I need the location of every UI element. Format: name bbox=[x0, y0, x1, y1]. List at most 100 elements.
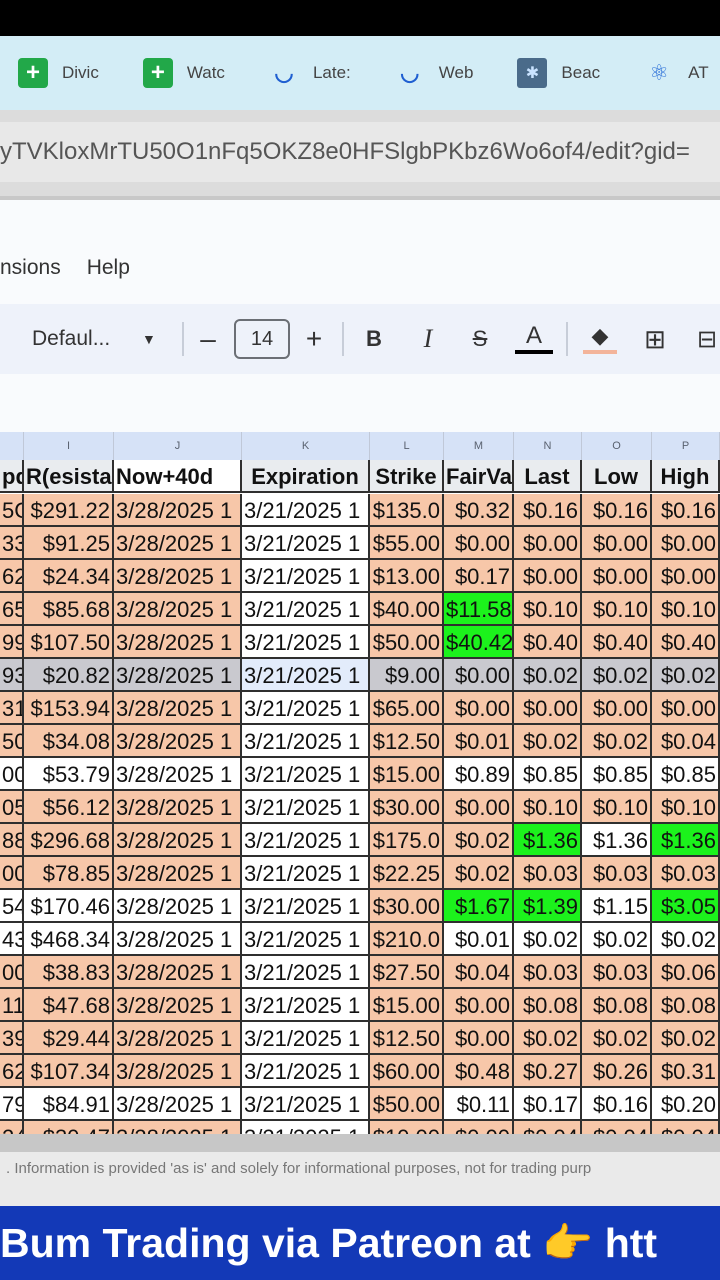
table-cell[interactable]: $91.25 bbox=[24, 527, 114, 560]
table-cell[interactable]: $210.0 bbox=[370, 923, 444, 956]
table-cell[interactable]: 24 bbox=[0, 1121, 24, 1134]
table-cell[interactable]: 3/21/2025 1 bbox=[242, 791, 370, 824]
column-letter[interactable]: M bbox=[444, 432, 514, 460]
column-letter[interactable]: J bbox=[114, 432, 242, 460]
table-cell[interactable]: 5C bbox=[0, 494, 24, 527]
column-header[interactable]: Expiration bbox=[242, 460, 370, 493]
table-cell[interactable]: $0.02 bbox=[582, 1022, 652, 1055]
table-cell[interactable]: 3/21/2025 1 bbox=[242, 989, 370, 1022]
table-cell[interactable]: $29.44 bbox=[24, 1022, 114, 1055]
table-cell[interactable]: $1.36 bbox=[514, 824, 582, 857]
table-cell[interactable]: $53.79 bbox=[24, 758, 114, 791]
table-cell[interactable]: 3/21/2025 1 bbox=[242, 1022, 370, 1055]
table-cell[interactable]: $0.10 bbox=[514, 593, 582, 626]
table-cell[interactable]: $27.50 bbox=[370, 956, 444, 989]
table-cell[interactable]: 3/28/2025 1 bbox=[114, 890, 242, 923]
table-cell[interactable]: 3/28/2025 1 bbox=[114, 1088, 242, 1121]
table-cell[interactable]: $0.85 bbox=[582, 758, 652, 791]
table-cell[interactable]: 3/28/2025 1 bbox=[114, 560, 242, 593]
bookmark-watc[interactable]: + Watc bbox=[142, 53, 225, 93]
table-cell[interactable]: 3/21/2025 1 bbox=[242, 923, 370, 956]
table-cell[interactable]: 00 bbox=[0, 956, 24, 989]
table-cell[interactable]: $38.83 bbox=[24, 956, 114, 989]
table-cell[interactable]: $0.16 bbox=[582, 494, 652, 527]
table-cell[interactable]: $0.00 bbox=[652, 527, 720, 560]
table-cell[interactable]: 3/28/2025 1 bbox=[114, 824, 242, 857]
table-cell[interactable]: $0.02 bbox=[652, 923, 720, 956]
table-cell[interactable]: 3/21/2025 1 bbox=[242, 956, 370, 989]
borders-icon[interactable]: ⊞ bbox=[640, 304, 670, 374]
table-cell[interactable]: 39 bbox=[0, 1022, 24, 1055]
table-cell[interactable]: 3/28/2025 1 bbox=[114, 626, 242, 659]
table-cell[interactable]: 3/21/2025 1 bbox=[242, 857, 370, 890]
url-field[interactable]: yTVKloxMrTU50O1nFq5OKZ8e0HFSlgbPKbz6Wo6o… bbox=[0, 122, 720, 182]
column-header[interactable]: FairVa bbox=[444, 460, 514, 493]
bold-button[interactable]: B bbox=[362, 304, 386, 374]
table-cell[interactable]: 3/28/2025 1 bbox=[114, 692, 242, 725]
table-cell[interactable]: $170.46 bbox=[24, 890, 114, 923]
table-cell[interactable]: $0.00 bbox=[652, 560, 720, 593]
spreadsheet-grid[interactable]: IJKLMNOP pdR(esistaNow+40dExpirationStri… bbox=[0, 432, 720, 1134]
menu-extensions[interactable]: nsions bbox=[0, 256, 61, 280]
table-cell[interactable]: $0.02 bbox=[514, 659, 582, 692]
table-cell[interactable]: $24.34 bbox=[24, 560, 114, 593]
table-cell[interactable]: 3/28/2025 1 bbox=[114, 857, 242, 890]
table-cell[interactable]: $0.16 bbox=[514, 494, 582, 527]
table-cell[interactable]: $0.01 bbox=[444, 725, 514, 758]
table-cell[interactable]: $0.08 bbox=[652, 989, 720, 1022]
table-cell[interactable]: $0.00 bbox=[444, 989, 514, 1022]
column-letter[interactable]: K bbox=[242, 432, 370, 460]
table-cell[interactable]: $0.85 bbox=[514, 758, 582, 791]
table-cell[interactable]: $0.04 bbox=[514, 1121, 582, 1134]
table-cell[interactable]: $0.02 bbox=[582, 659, 652, 692]
table-cell[interactable]: 88 bbox=[0, 824, 24, 857]
table-cell[interactable]: $0.00 bbox=[514, 692, 582, 725]
table-cell[interactable]: $0.04 bbox=[652, 725, 720, 758]
table-cell[interactable]: 3/28/2025 1 bbox=[114, 1121, 242, 1134]
table-cell[interactable]: $0.10 bbox=[514, 791, 582, 824]
table-cell[interactable]: 62 bbox=[0, 1055, 24, 1088]
table-cell[interactable]: $468.34 bbox=[24, 923, 114, 956]
table-cell[interactable]: 3/21/2025 1 bbox=[242, 692, 370, 725]
table-cell[interactable]: $60.00 bbox=[370, 1055, 444, 1088]
chevron-down-icon[interactable]: ▼ bbox=[142, 304, 156, 374]
table-cell[interactable]: $22.25 bbox=[370, 857, 444, 890]
table-cell[interactable]: 3/21/2025 1 bbox=[242, 890, 370, 923]
table-cell[interactable]: 3/28/2025 1 bbox=[114, 1055, 242, 1088]
table-cell[interactable]: $0.02 bbox=[514, 923, 582, 956]
table-cell[interactable]: $0.08 bbox=[582, 989, 652, 1022]
table-cell[interactable]: $135.0 bbox=[370, 494, 444, 527]
table-cell[interactable]: $11.58 bbox=[444, 593, 514, 626]
table-cell[interactable]: $0.01 bbox=[444, 923, 514, 956]
table-cell[interactable]: 3/28/2025 1 bbox=[114, 1022, 242, 1055]
table-cell[interactable]: $296.68 bbox=[24, 824, 114, 857]
column-letter[interactable]: I bbox=[24, 432, 114, 460]
table-cell[interactable]: 3/28/2025 1 bbox=[114, 791, 242, 824]
table-cell[interactable]: $0.40 bbox=[582, 626, 652, 659]
table-cell[interactable]: $0.08 bbox=[514, 989, 582, 1022]
table-cell[interactable]: $1.67 bbox=[444, 890, 514, 923]
table-cell[interactable]: 3/21/2025 1 bbox=[242, 725, 370, 758]
table-cell[interactable]: 3/21/2025 1 bbox=[242, 593, 370, 626]
table-cell[interactable]: $0.48 bbox=[444, 1055, 514, 1088]
table-cell[interactable]: $0.02 bbox=[444, 824, 514, 857]
table-cell[interactable]: 3/28/2025 1 bbox=[114, 659, 242, 692]
table-cell[interactable]: $0.03 bbox=[514, 956, 582, 989]
table-cell[interactable]: 3/28/2025 1 bbox=[114, 527, 242, 560]
table-cell[interactable]: $0.31 bbox=[652, 1055, 720, 1088]
table-cell[interactable]: $40.42 bbox=[444, 626, 514, 659]
column-header[interactable]: pd bbox=[0, 460, 24, 493]
table-cell[interactable]: 43 bbox=[0, 923, 24, 956]
table-cell[interactable]: $10.00 bbox=[370, 1121, 444, 1134]
table-cell[interactable]: 3/21/2025 1 bbox=[242, 1055, 370, 1088]
table-cell[interactable]: $0.27 bbox=[514, 1055, 582, 1088]
table-cell[interactable]: 33 bbox=[0, 527, 24, 560]
table-cell[interactable]: $50.00 bbox=[370, 1088, 444, 1121]
table-cell[interactable]: 3/21/2025 1 bbox=[242, 824, 370, 857]
table-cell[interactable]: $0.02 bbox=[652, 659, 720, 692]
table-cell[interactable]: 62 bbox=[0, 560, 24, 593]
table-cell[interactable]: $0.00 bbox=[444, 1022, 514, 1055]
table-cell[interactable]: $175.0 bbox=[370, 824, 444, 857]
table-cell[interactable]: $0.02 bbox=[514, 725, 582, 758]
column-letter[interactable]: N bbox=[514, 432, 582, 460]
